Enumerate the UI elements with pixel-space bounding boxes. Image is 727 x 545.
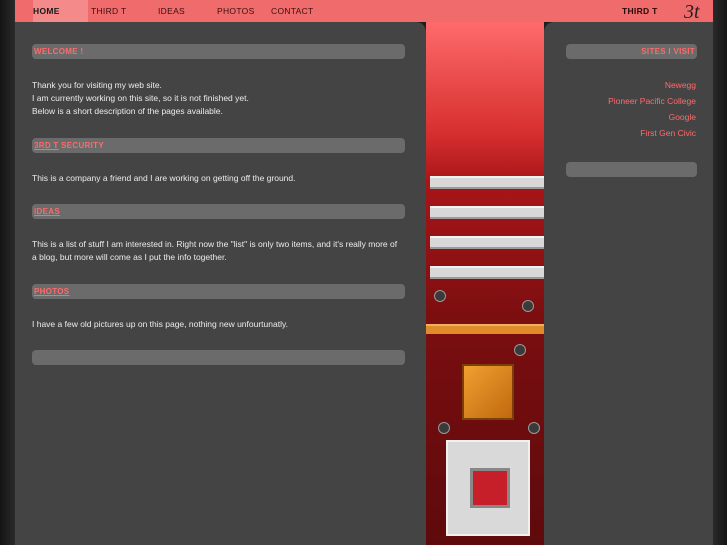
welcome-line: Below is a short description of the page… [32,106,223,116]
top-nav-bar: HOME THIRD T IDEAS PHOTOS CONTACT THIRD … [15,0,713,22]
nav-ideas[interactable]: IDEAS [158,0,185,22]
sidebar-header-empty [566,162,697,177]
security-text: This is a company a friend and I are wor… [32,173,296,183]
photos-text: I have a few old pictures up on this pag… [32,319,288,329]
agp-slot [426,324,544,334]
welcome-text: Thank you for visiting my web site. I am… [32,79,404,118]
cpu-socket-center [470,468,510,508]
chipset-heatsink [462,364,514,420]
nav-contact[interactable]: CONTACT [271,0,314,22]
nav-photos[interactable]: PHOTOS [217,0,255,22]
cpu-socket [446,440,530,536]
brand-name: THIRD T [622,6,658,16]
section-title: IDEAS [34,204,60,219]
sidebar-header: SITES I VISIT [566,44,697,59]
capacitor [528,422,540,434]
photos-link[interactable]: PHOTOS [34,287,69,296]
link-google[interactable]: Google [669,112,696,122]
section-header-security: 3RD T SECURITY [32,138,405,153]
pci-slot [430,206,544,219]
left-edge [0,0,15,545]
link-newegg[interactable]: Newegg [665,80,696,90]
pci-slot [430,236,544,249]
section-header-welcome: WELCOME ! [32,44,405,59]
section-title: 3RD T SECURITY [34,141,104,150]
site-logo[interactable]: 3t [683,1,717,21]
capacitor [522,300,534,312]
pci-slot [430,266,544,279]
section-title: WELCOME ! [34,47,84,56]
link-first-gen-civic[interactable]: First Gen Civic [640,128,696,138]
welcome-line: Thank you for visiting my web site. [32,80,162,90]
logo-text: 3t [683,1,700,21]
link-pioneer-pacific-college[interactable]: Pioneer Pacific College [608,96,696,106]
motherboard-image [426,22,544,545]
section-header-empty [32,350,405,365]
capacitor [434,290,446,302]
section-header-ideas: IDEAS [32,204,405,219]
security-link[interactable]: 3RD T [34,141,59,150]
sidebar-title: SITES I VISIT [641,47,695,56]
right-edge [713,0,727,545]
nav-home[interactable]: HOME [33,0,60,22]
ideas-link[interactable]: IDEAS [34,207,60,216]
ideas-text: This is a list of stuff I am interested … [32,239,398,262]
capacitor [438,422,450,434]
pci-slot [430,176,544,189]
nav-third-t[interactable]: THIRD T [91,0,126,22]
section-header-photos: PHOTOS [32,284,405,299]
welcome-line: I am currently working on this site, so … [32,93,249,103]
capacitor [514,344,526,356]
section-title: PHOTOS [34,284,69,299]
